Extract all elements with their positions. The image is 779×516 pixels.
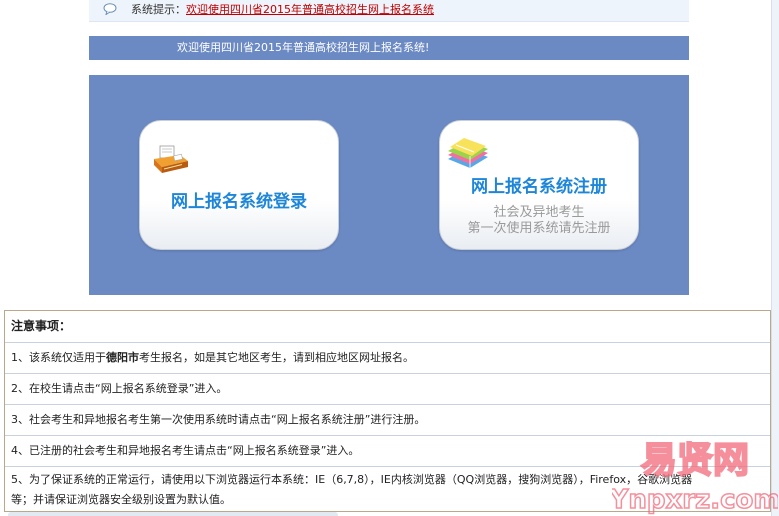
notes-heading: 注意事项： <box>11 319 72 333</box>
entry-panel: 网上报名系统登录 网上报名系统注册 社会及异地考生 第一次使用系统请先注册 <box>89 75 689 295</box>
bottom-scroll-tab <box>8 512 338 516</box>
speech-bubble-icon <box>103 3 117 15</box>
notes-item-3: 3、社会考生和异地报名考生第一次使用系统时请点击“网上报名系统注册”进行注册。 <box>5 404 770 435</box>
register-card-button[interactable]: 网上报名系统注册 社会及异地考生 第一次使用系统请先注册 <box>439 120 639 250</box>
register-card-title: 网上报名系统注册 <box>471 177 607 197</box>
notice-text: 系统提示：欢迎使用四川省2015年普通高校招生网上报名系统 <box>131 0 434 20</box>
notes-table: 注意事项： 1、该系统仅适用于德阳市考生报名，如是其它地区考生，请到相应地区网址… <box>4 310 771 512</box>
system-notice-bar: 系统提示：欢迎使用四川省2015年普通高校招生网上报名系统 <box>89 0 689 22</box>
notes-item-4: 4、已注册的社会考生和异地报名考生请点击“网上报名系统登录”进入。 <box>5 435 770 466</box>
books-icon <box>448 138 488 168</box>
window-right-edge <box>771 0 779 516</box>
notice-link[interactable]: 欢迎使用四川省2015年普通高校招生网上报名系统 <box>186 3 434 16</box>
notes-item-2: 2、在校生请点击“网上报名系统登录”进入。 <box>5 373 770 404</box>
register-card-subtitle: 社会及异地考生 第一次使用系统请先注册 <box>440 205 638 237</box>
printer-icon <box>154 145 188 173</box>
notes-item-1-post: 考生报名，如是其它地区考生，请到相应地区网址报名。 <box>139 351 414 364</box>
notes-item-5-line2: 等；并请保证浏览器安全级别设置为默认值。 <box>11 493 231 506</box>
register-sub-line2: 第一次使用系统请先注册 <box>467 221 611 236</box>
notes-item-1-pre: 1、该系统仅适用于 <box>11 351 106 364</box>
notes-item-5-line1: 5、为了保证系统的正常运行，请使用以下浏览器运行本系统：IE（6,7,8），IE… <box>11 473 693 486</box>
login-card-button[interactable]: 网上报名系统登录 <box>139 120 339 250</box>
notes-item-5: 5、为了保证系统的正常运行，请使用以下浏览器运行本系统：IE（6,7,8），IE… <box>5 466 770 511</box>
welcome-bar: 欢迎使用四川省2015年普通高校招生网上报名系统! <box>89 36 689 60</box>
register-sub-line1: 社会及异地考生 <box>493 205 585 220</box>
notice-label: 系统提示： <box>131 3 186 16</box>
login-card-title: 网上报名系统登录 <box>171 192 307 212</box>
notes-item-1: 1、该系统仅适用于德阳市考生报名，如是其它地区考生，请到相应地区网址报名。 <box>5 342 770 373</box>
notes-item-1-city: 德阳市 <box>106 351 139 364</box>
welcome-text: 欢迎使用四川省2015年普通高校招生网上报名系统! <box>177 41 430 54</box>
